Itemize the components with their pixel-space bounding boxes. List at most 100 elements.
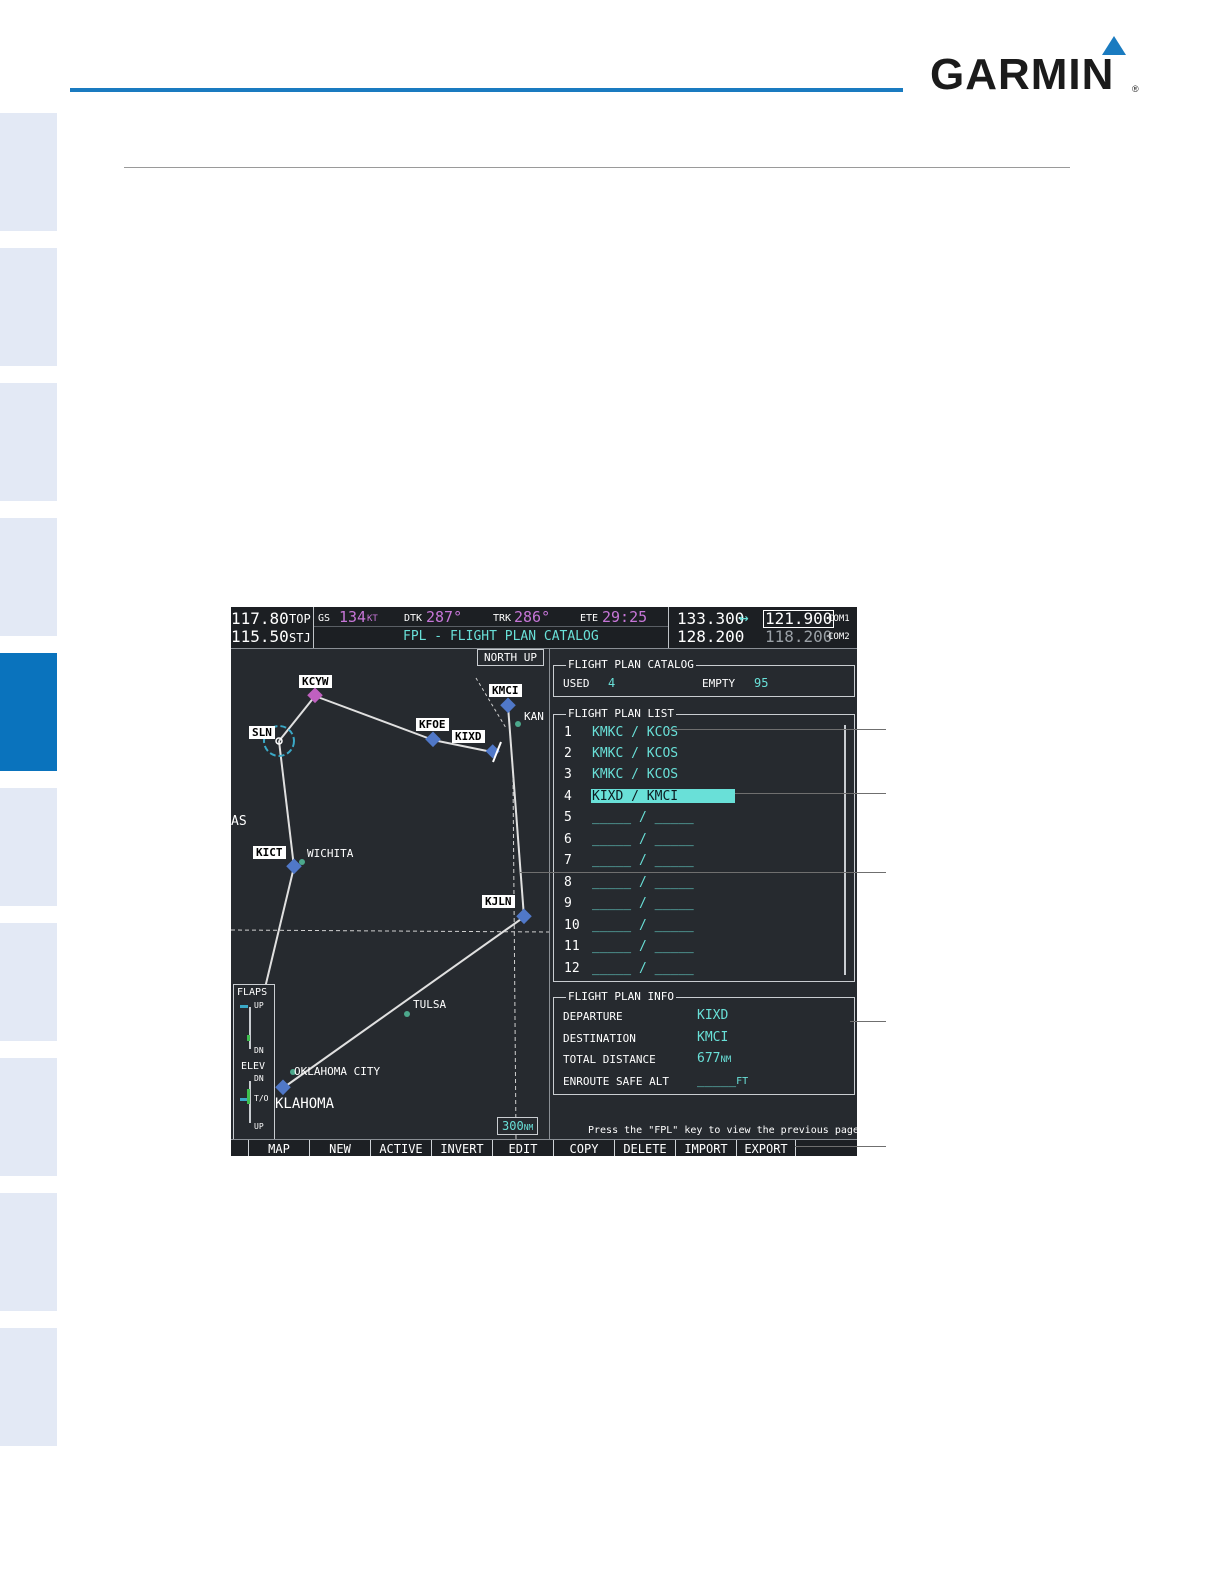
- plan-num: 6: [564, 832, 572, 847]
- plan-route: _____ / _____: [592, 896, 694, 911]
- departure-value: KIXD: [697, 1008, 729, 1023]
- plan-route: _____ / _____: [592, 961, 694, 976]
- waypoint-label-kmci: KMCI: [489, 684, 522, 697]
- com1-standby-freq[interactable]: 121.900: [763, 610, 835, 628]
- ete-label: ETE: [580, 613, 599, 624]
- softkey-active[interactable]: ACTIVE: [370, 1140, 431, 1156]
- plan-route: KMKC / KCOS: [592, 746, 679, 761]
- elev-label: ELEV: [241, 1061, 266, 1072]
- softkey-invert[interactable]: INVERT: [431, 1140, 492, 1156]
- plan-list-row[interactable]: 11 _____ / _____: [554, 938, 839, 956]
- side-tab-4[interactable]: [0, 518, 57, 636]
- flaps-dn-label: DN: [254, 1046, 264, 1055]
- elev-to-label: T/O: [254, 1094, 269, 1103]
- nav-id-2: STJ: [289, 631, 311, 645]
- trk-value: 286°: [514, 608, 551, 626]
- dtk-value: 287°: [426, 608, 463, 626]
- side-tab-6[interactable]: [0, 788, 57, 906]
- safe-alt-label: ENROUTE SAFE ALT: [563, 1075, 669, 1088]
- side-tab-2[interactable]: [0, 248, 57, 366]
- north-up-label[interactable]: NORTH UP: [477, 649, 544, 666]
- logo-reg-mark: ®: [1132, 84, 1139, 94]
- plan-num: 2: [564, 746, 572, 761]
- plan-list-row[interactable]: 5 _____ / _____: [554, 809, 839, 827]
- empty-label: EMPTY: [702, 677, 736, 690]
- plan-list-row[interactable]: 3 KMKC / KCOS: [554, 766, 839, 784]
- title-rule: [124, 167, 1070, 168]
- header-rule: [70, 88, 903, 92]
- plan-list-scrollbar[interactable]: [844, 725, 846, 975]
- softkey-copy[interactable]: COPY: [553, 1140, 614, 1156]
- swap-arrow-icon: ↔: [739, 608, 749, 627]
- plan-num: 12: [564, 961, 580, 976]
- region-label-kan: KAN: [524, 710, 544, 723]
- city-label-tulsa: TULSA: [413, 998, 447, 1011]
- side-tab-1[interactable]: [0, 113, 57, 231]
- plan-list-row[interactable]: 12 _____ / _____: [554, 960, 839, 978]
- com2-active-freq[interactable]: 128.200: [677, 629, 744, 645]
- waypoint-label-kixd: KIXD: [452, 730, 485, 743]
- dtk-label: DTK: [404, 613, 423, 624]
- plan-num: 11: [564, 939, 580, 954]
- map-range-value: 300: [502, 1119, 524, 1133]
- plan-list-row[interactable]: 6 _____ / _____: [554, 831, 839, 849]
- softkey-map[interactable]: MAP: [248, 1140, 309, 1156]
- trk-label: TRK: [493, 613, 512, 624]
- side-tab-9[interactable]: [0, 1193, 57, 1311]
- fpl-prompt: Press the "FPL" key to view the previous…: [588, 1125, 857, 1136]
- plan-list-row[interactable]: 7 _____ / _____: [554, 852, 839, 870]
- side-tab-3[interactable]: [0, 383, 57, 501]
- plan-route: _____ / _____: [592, 875, 694, 890]
- safe-alt-number: _____: [697, 1073, 737, 1088]
- flaps-elev-indicator: FLAPS UP DN ELEV DN T/O UP: [233, 984, 275, 1140]
- plan-info-box: FLIGHT PLAN INFO DEPARTURE KIXD DESTINAT…: [553, 991, 855, 1095]
- ete-value: 29:25: [602, 608, 648, 626]
- softkey-new[interactable]: NEW: [309, 1140, 370, 1156]
- plan-list-box: FLIGHT PLAN LIST 1 KMKC / KCOS 2 KMKC / KC…: [553, 708, 855, 982]
- departure-label: DEPARTURE: [563, 1010, 623, 1023]
- plan-list-row[interactable]: 9 _____ / _____: [554, 895, 839, 913]
- side-tab-8[interactable]: [0, 1058, 57, 1176]
- plan-list-row[interactable]: 2 KMKC / KCOS: [554, 745, 839, 763]
- plan-num: 1: [564, 725, 572, 740]
- side-tab-10[interactable]: [0, 1328, 57, 1446]
- region-label-klahoma: KLAHOMA: [275, 1096, 335, 1112]
- nav-map[interactable]: NORTH UP KCYW SLN KFOE KIXD KMCI KICT KJ…: [231, 648, 550, 1140]
- softkey-blank-1[interactable]: [231, 1140, 247, 1156]
- used-value: 4: [608, 676, 616, 690]
- side-tab-5-active[interactable]: [0, 653, 57, 771]
- map-route-lines: [231, 677, 549, 1139]
- softkey-edit[interactable]: EDIT: [492, 1140, 553, 1156]
- safe-alt-unit: FT: [736, 1076, 749, 1087]
- plan-list-title: FLIGHT PLAN LIST: [566, 707, 676, 720]
- plan-num: 7: [564, 853, 572, 868]
- map-range[interactable]: 300NM: [497, 1117, 539, 1135]
- callout-line-4: [850, 1021, 886, 1022]
- callout-line-2: [735, 793, 886, 794]
- side-tab-7[interactable]: [0, 923, 57, 1041]
- catalog-box: FLIGHT PLAN CATALOG USED 4 EMPTY 95: [553, 659, 855, 697]
- softkey-export[interactable]: EXPORT: [736, 1140, 796, 1156]
- plan-list-row[interactable]: 10 _____ / _____: [554, 917, 839, 935]
- softkey-delete[interactable]: DELETE: [614, 1140, 675, 1156]
- city-label-wichita: WICHITA: [307, 847, 354, 860]
- total-distance-value: 677NM: [697, 1052, 731, 1065]
- plan-route: KMKC / KCOS: [592, 767, 679, 782]
- nav-active-freq[interactable]: 117.80: [231, 611, 289, 627]
- top-bar: 117.80 115.50 TOP STJ GS 134 KT DTK 287°…: [231, 607, 857, 649]
- com1-active-freq[interactable]: 133.300: [677, 611, 744, 627]
- plan-route: KIXD / KMCI: [592, 789, 679, 804]
- plan-list-row[interactable]: 8 _____ / _____: [554, 874, 839, 892]
- gs-label: GS: [318, 613, 331, 624]
- waypoint-label-kcyw: KCYW: [299, 675, 332, 688]
- plan-route: KMKC / KCOS: [592, 725, 679, 740]
- city-label-oklahoma-city: OKLAHOMA CITY: [294, 1065, 381, 1078]
- nav-standby-freq[interactable]: 115.50: [231, 629, 289, 645]
- plan-list-row-selected[interactable]: 4 KIXD / KMCI: [554, 788, 839, 806]
- softkey-import[interactable]: IMPORT: [675, 1140, 736, 1156]
- mfd-screen: 117.80 115.50 TOP STJ GS 134 KT DTK 287°…: [231, 607, 857, 1156]
- distance-unit: NM: [720, 1055, 732, 1065]
- plan-info-title: FLIGHT PLAN INFO: [566, 990, 676, 1003]
- plan-list-row[interactable]: 1 KMKC / KCOS: [554, 724, 839, 742]
- com2-standby-freq[interactable]: 118.200: [765, 629, 832, 645]
